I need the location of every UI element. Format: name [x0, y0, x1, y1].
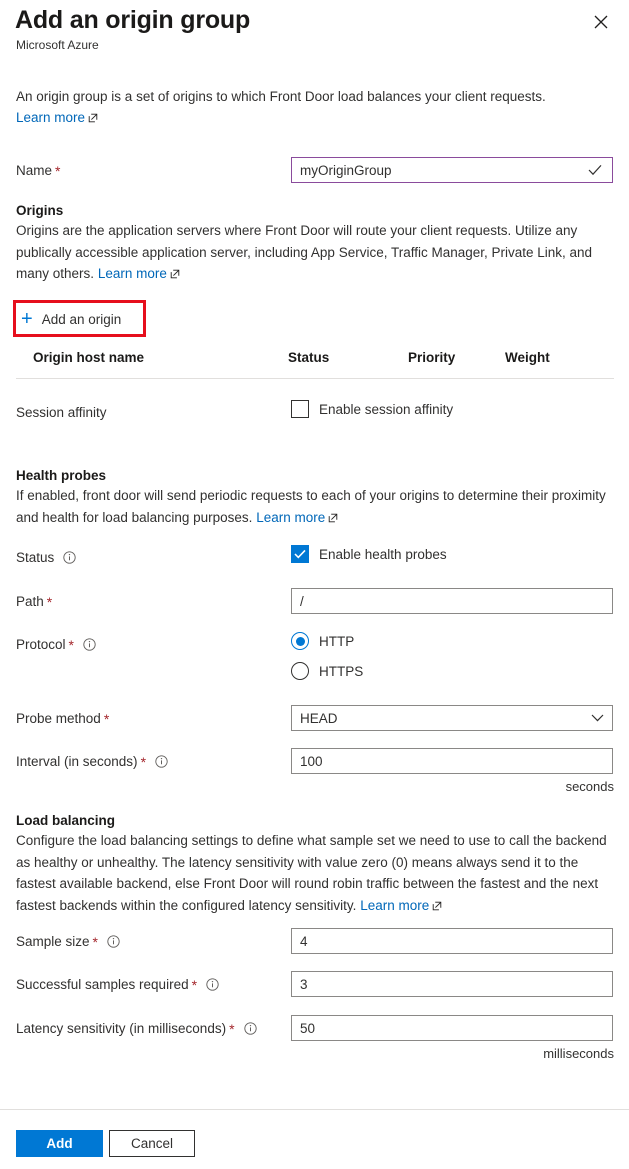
- protocol-label-text: Protocol: [16, 637, 66, 652]
- plus-icon: +: [21, 308, 33, 330]
- column-header-origin-host-name: Origin host name: [33, 350, 145, 365]
- page-subtitle: Microsoft Azure: [16, 38, 99, 52]
- enable-health-probes-checkbox[interactable]: Enable health probes: [291, 545, 447, 563]
- successful-samples-label: Successful samples required *: [16, 977, 219, 992]
- enable-session-affinity-label: Enable session affinity: [319, 401, 454, 417]
- successful-samples-required-asterisk: *: [191, 976, 198, 993]
- latency-sensitivity-input[interactable]: [291, 1015, 613, 1041]
- external-link-icon: [433, 901, 442, 910]
- interval-field-label: Interval (in seconds) *: [16, 754, 168, 769]
- name-label-text: Name: [16, 163, 53, 178]
- origins-heading: Origins: [16, 203, 64, 218]
- origins-learn-more-label: Learn more: [97, 266, 167, 281]
- session-affinity-label: Session affinity: [16, 405, 107, 420]
- load-balancing-learn-more-label: Learn more: [360, 897, 430, 913]
- successful-samples-label-text: Successful samples required: [16, 977, 189, 992]
- origins-learn-more-link[interactable]: Learn more: [98, 266, 180, 281]
- path-label-text: Path: [16, 594, 44, 609]
- latency-sensitivity-label: Latency sensitivity (in milliseconds) *: [16, 1021, 257, 1036]
- enable-session-affinity-checkbox[interactable]: Enable session affinity: [291, 400, 453, 418]
- probe-method-label-text: Probe method: [16, 711, 101, 726]
- intro-learn-more-label: Learn more: [16, 110, 86, 125]
- info-icon[interactable]: [83, 638, 96, 651]
- checkmark-glyph: [294, 549, 306, 559]
- external-link-icon: [170, 269, 180, 279]
- interval-label-text: Interval (in seconds): [16, 754, 138, 769]
- info-icon[interactable]: [243, 1022, 257, 1035]
- info-icon[interactable]: [155, 755, 168, 768]
- table-divider: [16, 378, 614, 379]
- radio-circle: [291, 632, 309, 650]
- column-header-priority: Priority: [408, 350, 456, 365]
- latency-sensitivity-unit-label: milliseconds: [543, 1046, 614, 1061]
- path-field-label: Path *: [16, 594, 52, 609]
- probe-method-required-asterisk: *: [103, 710, 110, 727]
- path-required-asterisk: *: [46, 593, 53, 610]
- close-icon[interactable]: [587, 8, 615, 36]
- intro-learn-more-link[interactable]: Learn more: [16, 110, 98, 125]
- sample-size-input[interactable]: [291, 928, 613, 954]
- origins-description: Origins are the application servers wher…: [16, 220, 616, 285]
- protocol-required-asterisk: *: [68, 636, 74, 653]
- load-balancing-heading: Load balancing: [16, 813, 116, 828]
- radio-circle: [291, 662, 309, 680]
- add-button[interactable]: Add: [16, 1130, 103, 1157]
- health-probes-description: If enabled, front door will send periodi…: [16, 485, 616, 528]
- latency-sensitivity-label-text: Latency sensitivity (in milliseconds): [16, 1021, 227, 1036]
- dialog-header: Add an origin group Microsoft Azure: [0, 0, 629, 62]
- session-affinity-label-text: Session affinity: [16, 405, 107, 420]
- info-icon[interactable]: [206, 978, 219, 991]
- checkbox-box: [291, 400, 309, 418]
- load-balancing-description-text: Configure the load balancing settings to…: [16, 833, 607, 913]
- external-link-icon: [88, 113, 98, 123]
- health-probes-learn-more-link[interactable]: Learn more: [256, 510, 338, 525]
- interval-input[interactable]: [291, 748, 613, 774]
- cancel-button[interactable]: Cancel: [109, 1130, 195, 1157]
- load-balancing-learn-more-link[interactable]: Learn more: [360, 898, 442, 913]
- protocol-https-label: HTTPS: [319, 663, 364, 679]
- intro-description: An origin group is a set of origins to w…: [16, 86, 616, 128]
- footer-divider: [0, 1109, 629, 1110]
- interval-required-asterisk: *: [140, 753, 147, 770]
- path-input[interactable]: [291, 588, 613, 614]
- name-input[interactable]: [291, 157, 613, 183]
- health-probes-learn-more-label: Learn more: [256, 509, 326, 525]
- info-icon[interactable]: [107, 935, 120, 948]
- probe-status-label: Status: [16, 550, 76, 565]
- name-field-label: Name *: [16, 163, 60, 178]
- load-balancing-description: Configure the load balancing settings to…: [16, 830, 616, 916]
- info-icon[interactable]: [63, 551, 76, 564]
- intro-text: An origin group is a set of origins to w…: [16, 89, 546, 104]
- add-origin-button[interactable]: + Add an origin: [21, 308, 121, 330]
- column-header-weight: Weight: [505, 350, 550, 365]
- checkbox-box: [291, 545, 309, 563]
- name-required-asterisk: *: [55, 162, 61, 179]
- protocol-radio-http[interactable]: HTTP: [291, 632, 354, 650]
- health-probes-heading: Health probes: [16, 468, 107, 483]
- successful-samples-input[interactable]: [291, 971, 613, 997]
- page-title: Add an origin group: [15, 6, 251, 34]
- column-header-status: Status: [288, 350, 330, 365]
- sample-size-label-text: Sample size: [16, 934, 90, 949]
- protocol-radio-https[interactable]: HTTPS: [291, 662, 363, 680]
- sample-size-label: Sample size *: [16, 934, 120, 949]
- probe-method-dropdown[interactable]: [291, 705, 613, 731]
- latency-sensitivity-required-asterisk: *: [229, 1020, 235, 1037]
- close-glyph: [594, 15, 608, 29]
- external-link-icon: [328, 513, 338, 522]
- protocol-http-label: HTTP: [319, 633, 355, 649]
- probe-method-label: Probe method *: [16, 711, 109, 726]
- interval-unit-label: seconds: [565, 779, 614, 794]
- add-origin-label: Add an origin: [41, 311, 122, 327]
- probe-status-label-text: Status: [16, 550, 55, 565]
- protocol-field-label: Protocol *: [16, 637, 96, 652]
- enable-health-probes-label: Enable health probes: [319, 546, 447, 562]
- probe-method-value[interactable]: [291, 705, 613, 731]
- sample-size-required-asterisk: *: [92, 933, 98, 950]
